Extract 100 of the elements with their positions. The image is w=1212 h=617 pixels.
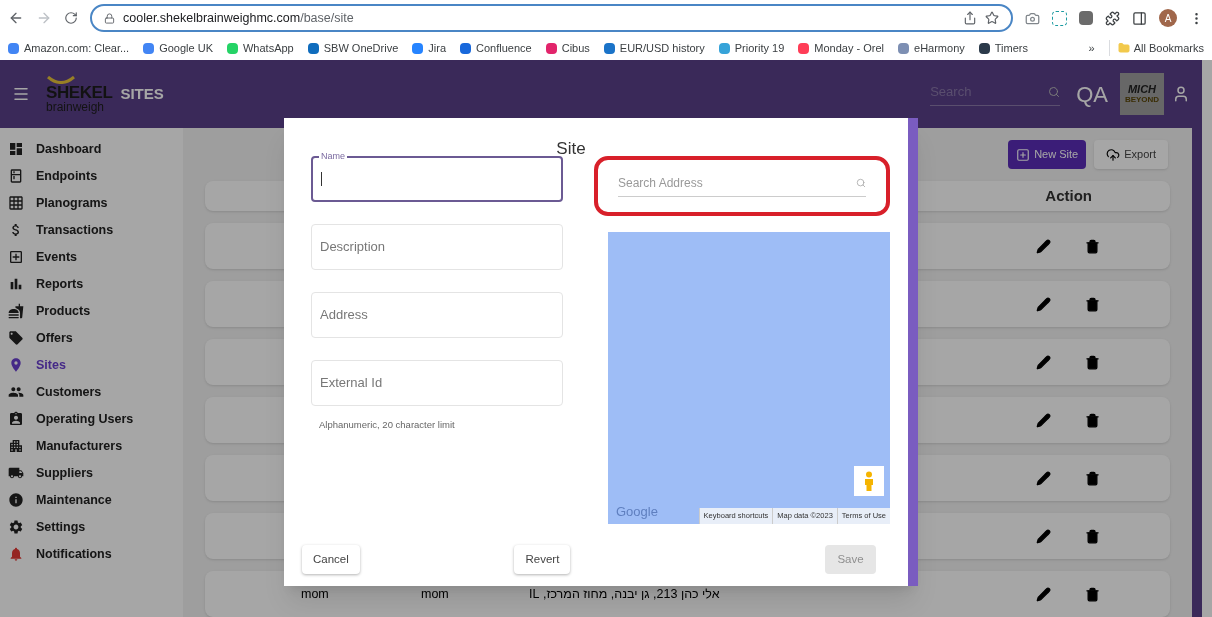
logo: SHEKEL brainweigh <box>46 75 113 113</box>
edit-icon[interactable] <box>1036 238 1051 254</box>
table-cell-text: mom <box>301 585 330 603</box>
building-icon <box>8 438 24 454</box>
table-cell-text: אלי כהן 213, גן יבנה, מחוז המרכז, IL <box>529 585 720 603</box>
bookmark[interactable]: Cibus <box>545 39 590 57</box>
edit-icon[interactable] <box>1036 354 1051 370</box>
location-pin-icon <box>8 357 24 373</box>
sidebar-item[interactable]: Manufacturers <box>8 435 183 457</box>
sidebar-item[interactable]: Maintenance <box>8 489 183 511</box>
sidebar-item[interactable]: Products <box>8 300 183 322</box>
extension-icon[interactable] <box>1052 10 1067 26</box>
edit-icon[interactable] <box>1036 412 1051 428</box>
table-cell-text: mom <box>421 585 450 603</box>
edit-icon[interactable] <box>1036 470 1051 486</box>
fridge-icon <box>8 168 24 184</box>
folder-icon <box>1117 42 1130 54</box>
settings-icon <box>8 519 24 535</box>
sidebar-item[interactable]: Reports <box>8 273 183 295</box>
person-icon <box>863 471 875 491</box>
sidebar-item[interactable]: Endpoints <box>8 165 183 187</box>
column-header: Action <box>1045 185 1092 206</box>
dashboard-icon <box>8 141 24 157</box>
bell-icon <box>8 546 24 562</box>
event-icon <box>8 249 24 265</box>
menu-icon[interactable] <box>12 85 30 103</box>
lock-icon <box>104 12 115 24</box>
id-badge-icon <box>8 411 24 427</box>
bookmark[interactable]: Confluence <box>460 39 532 57</box>
export-button[interactable]: Export <box>1094 140 1168 169</box>
bookmark[interactable]: Amazon.com: Clear... <box>8 39 130 57</box>
share-icon[interactable] <box>963 11 977 25</box>
url-host: cooler.shekelbrainweighmc.com <box>123 9 301 27</box>
side-panel-icon[interactable] <box>1132 10 1147 26</box>
bookmark[interactable]: Priority 19 <box>718 39 785 57</box>
all-bookmarks[interactable]: All Bookmarks <box>1108 39 1204 57</box>
extension-icon[interactable] <box>1079 11 1093 25</box>
delete-icon[interactable] <box>1085 412 1100 428</box>
delete-icon[interactable] <box>1085 528 1100 544</box>
tag-icon <box>8 330 24 346</box>
extensions-icon[interactable] <box>1105 10 1120 26</box>
bookmark[interactable]: EUR/USD history <box>603 39 705 57</box>
search-icon <box>856 178 866 188</box>
environment-label: QA <box>1076 80 1108 109</box>
bookmark[interactable]: eHarmony <box>898 39 965 57</box>
text-field[interactable]: Address <box>311 291 563 338</box>
bookmark[interactable]: Jira <box>412 39 447 57</box>
sidebar-item[interactable]: Settings <box>8 516 183 538</box>
edit-icon[interactable] <box>1036 296 1051 312</box>
bookmark[interactable]: WhatsApp <box>226 39 294 57</box>
bookmark[interactable]: Google UK <box>143 39 213 57</box>
food-icon <box>8 303 24 319</box>
profile-avatar[interactable]: A <box>1159 9 1177 27</box>
smile-icon <box>46 75 76 84</box>
text-field[interactable]: Description <box>311 223 563 270</box>
bookmark-star-icon[interactable] <box>985 11 999 25</box>
grid-icon <box>8 195 24 211</box>
delete-icon[interactable] <box>1085 296 1100 312</box>
text-cursor <box>321 171 322 186</box>
bookmark[interactable]: Monday - Orel <box>798 39 884 57</box>
text-field[interactable]: External Id <box>311 359 563 406</box>
bookmark[interactable]: SBW OneDrive <box>307 39 399 57</box>
sidebar-item[interactable]: Dashboard <box>8 138 183 160</box>
delete-icon[interactable] <box>1085 470 1100 486</box>
camera-icon[interactable] <box>1025 10 1040 26</box>
reload-icon[interactable] <box>64 11 78 25</box>
edit-icon[interactable] <box>1036 586 1051 602</box>
sidebar-item[interactable]: Notifications <box>8 543 183 565</box>
page-title: SITES <box>120 83 164 104</box>
bookmarks-overflow[interactable]: » <box>1088 39 1095 57</box>
user-icon[interactable] <box>1172 85 1190 103</box>
sidebar-item[interactable]: Operating Users <box>8 408 183 430</box>
new-site-button[interactable]: New Site <box>1008 140 1087 169</box>
people-icon <box>8 384 24 400</box>
sidebar-item[interactable]: Transactions <box>8 219 183 241</box>
back-icon[interactable] <box>8 10 24 26</box>
bookmark[interactable]: Timers <box>978 39 1028 57</box>
delete-icon[interactable] <box>1085 586 1100 602</box>
sidebar-item[interactable]: Customers <box>8 381 183 403</box>
helper-text: Alphanumeric, 20 character limit <box>318 417 456 432</box>
search-icon <box>1048 85 1061 98</box>
url-path: /base/site <box>300 9 354 27</box>
cloud-upload-icon <box>1106 147 1121 162</box>
address-bar[interactable]: cooler.shekelbrainweighmc.com/base/site <box>90 4 1013 32</box>
truck-icon <box>8 465 24 481</box>
edit-icon[interactable] <box>1036 528 1051 544</box>
sidebar-item[interactable]: Sites <box>8 354 183 376</box>
add-icon <box>1016 147 1031 162</box>
sidebar-item[interactable]: Suppliers <box>8 462 183 484</box>
google-logo: Google <box>615 503 658 521</box>
sidebar-item[interactable]: Offers <box>8 327 183 349</box>
info-icon <box>8 492 24 508</box>
dialog-button[interactable]: Revert <box>514 545 571 574</box>
bar-chart-icon <box>8 276 24 292</box>
delete-icon[interactable] <box>1085 238 1100 254</box>
delete-icon[interactable] <box>1085 354 1100 370</box>
sidebar-item[interactable]: Events <box>8 246 183 268</box>
partner-logo: MICH BEYOND <box>1120 73 1164 115</box>
sidebar-item[interactable]: Planograms <box>8 192 183 214</box>
dialog-button[interactable]: Cancel <box>302 545 360 574</box>
